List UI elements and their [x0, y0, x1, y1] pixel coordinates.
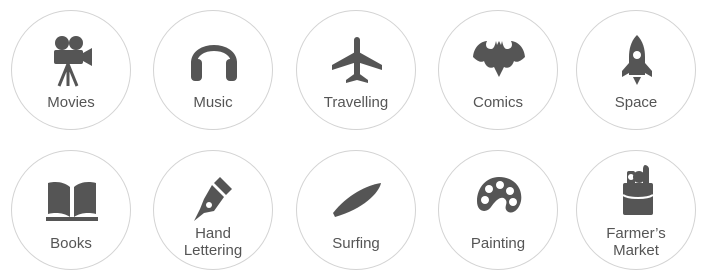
airplane-icon: [329, 31, 385, 87]
bat-emblem-icon: [471, 31, 527, 87]
interest-label: Movies: [47, 94, 95, 111]
grocery-bag-icon: [609, 161, 665, 217]
interest-label: Comics: [472, 94, 523, 111]
fountain-pen-icon: [186, 169, 242, 225]
interest-tile-comics[interactable]: Comics: [438, 10, 558, 130]
interest-tile-music[interactable]: Music: [153, 10, 273, 130]
interest-tile-movies[interactable]: Movies: [11, 10, 131, 130]
headphones-icon: [186, 31, 242, 87]
interests-grid: Movies Music Travelling Comics Space Boo…: [0, 0, 705, 270]
paint-palette-icon: [471, 171, 527, 227]
interest-label: Surfing: [332, 235, 380, 252]
interest-tile-hand-lettering[interactable]: Hand Lettering: [153, 150, 273, 270]
interest-tile-painting[interactable]: Painting: [438, 150, 558, 270]
open-book-icon: [44, 171, 100, 227]
rocket-icon: [609, 31, 665, 87]
interest-label: Books: [50, 235, 92, 252]
interest-tile-travelling[interactable]: Travelling: [296, 10, 416, 130]
interest-tile-farmers-market[interactable]: Farmer’s Market: [576, 150, 696, 270]
interest-label: Travelling: [323, 94, 389, 111]
interest-label: Painting: [470, 235, 526, 252]
interest-label: Hand Lettering: [183, 225, 243, 259]
interest-tile-books[interactable]: Books: [11, 150, 131, 270]
interest-label: Space: [614, 94, 658, 111]
interest-label: Music: [193, 94, 233, 111]
movie-camera-icon: [44, 31, 100, 87]
interest-tile-space[interactable]: Space: [576, 10, 696, 130]
interest-tile-surfing[interactable]: Surfing: [296, 150, 416, 270]
surfboard-icon: [329, 171, 385, 227]
interest-label: Farmer’s Market: [606, 225, 666, 259]
